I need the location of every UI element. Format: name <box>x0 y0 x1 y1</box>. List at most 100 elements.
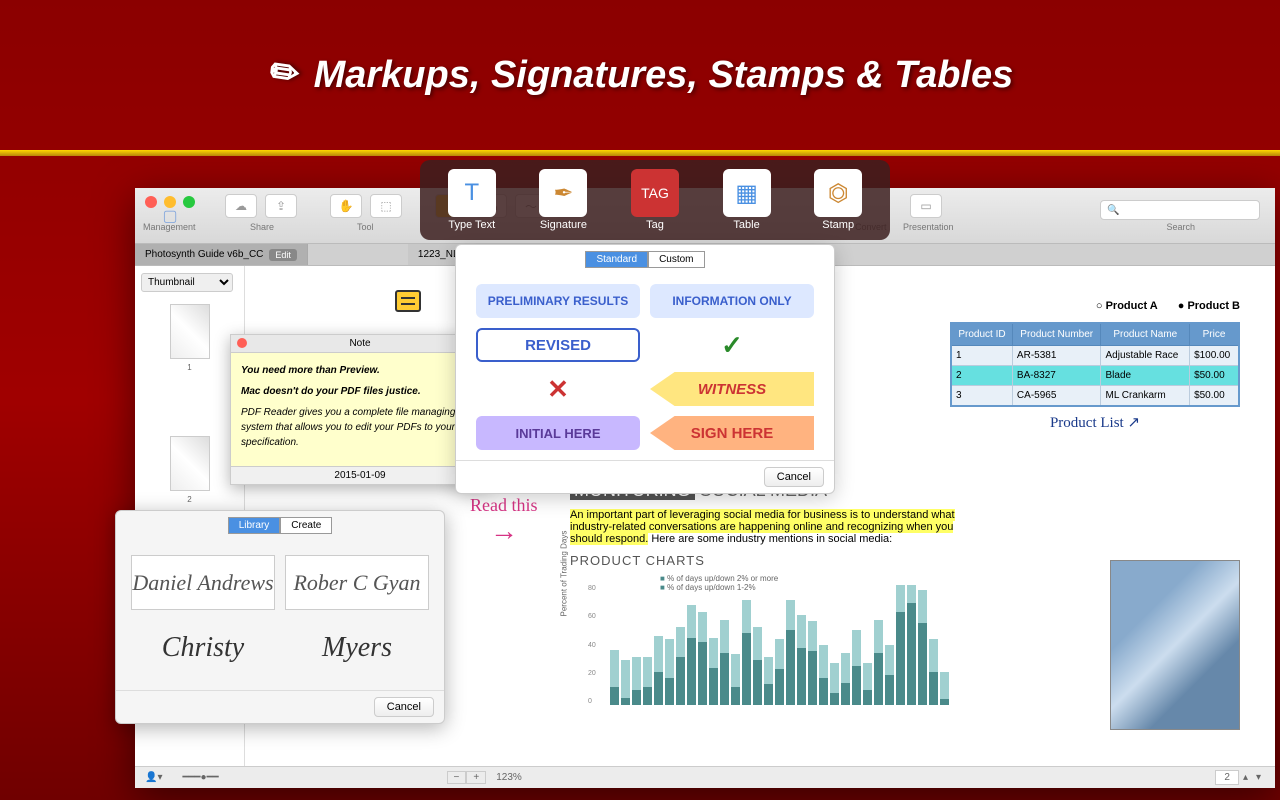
hero-title-text: Markups, Signatures, Stamps & Tables <box>314 54 1014 97</box>
presentation-button[interactable]: ▭ <box>910 194 942 218</box>
statusbar: 👤▾ ━━━●━━ − + 123% 2 ▴ ▾ <box>135 766 1275 788</box>
thumb-num-2: 2 <box>141 495 238 504</box>
bar <box>786 600 795 705</box>
bar <box>709 638 718 706</box>
signature-2[interactable]: Rober C Gyan <box>285 555 429 610</box>
user-icon[interactable]: 👤▾ <box>145 772 162 783</box>
tab-photosynth[interactable]: Photosynth Guide v6b_CC Edit <box>135 244 308 265</box>
signature-3[interactable]: Christy <box>131 620 275 675</box>
page-thumbnail-1[interactable] <box>170 304 210 359</box>
page-up[interactable]: ▴ <box>1239 772 1252 783</box>
select-tool-button[interactable]: ⬚ <box>370 194 402 218</box>
table-row: 2BA-8327Blade$50.00 <box>951 366 1239 386</box>
seg-standard[interactable]: Standard <box>585 251 648 268</box>
radio-product-b[interactable]: ● Product B <box>1178 300 1240 312</box>
document-content: MONITORING SOCIAL MEDIA An important par… <box>570 480 980 717</box>
stamp-preliminary[interactable]: PRELIMINARY RESULTS <box>476 284 640 318</box>
feature-highlight-bar: TType Text ✒Signature TAGTag ▦Table ⏣Sta… <box>420 160 890 240</box>
stamp-initial-here[interactable]: INITIAL HERE <box>476 416 640 450</box>
stamp-revised[interactable]: REVISED <box>476 328 640 362</box>
table-row: 3CA-5965ML Crankarm$50.00 <box>951 386 1239 407</box>
seg-custom[interactable]: Custom <box>648 251 704 268</box>
stamp-sign-here[interactable]: SIGN HERE <box>650 416 814 450</box>
tag-icon: TAG <box>631 169 679 217</box>
stamp-checkmark[interactable]: ✓ <box>650 328 814 362</box>
share-label: Share <box>250 222 274 232</box>
radio-product-a[interactable]: ○ Product A <box>1096 300 1158 312</box>
view-mode-select[interactable]: Thumbnail <box>141 273 233 292</box>
page-thumbnail-2[interactable] <box>170 436 210 491</box>
note-line-1: You need more than Preview. <box>241 363 479 378</box>
zoom-in[interactable]: + <box>466 771 486 784</box>
bar <box>819 645 828 705</box>
export-button[interactable]: ⇪ <box>265 194 297 218</box>
note-date: 2015-01-09 <box>231 466 489 484</box>
tool-label: Tool <box>357 222 374 232</box>
tab-label: 1223_NL <box>418 249 459 260</box>
bar <box>742 600 751 705</box>
stamp-picker-panel: Standard Custom PRELIMINARY RESULTS INFO… <box>455 244 835 494</box>
zoom-out[interactable]: − <box>447 771 467 784</box>
hand-tool-button[interactable]: ✋ <box>330 194 362 218</box>
stamp-icon: ⏣ <box>814 169 862 217</box>
stamp-witness[interactable]: WITNESS <box>650 372 814 406</box>
signature-1[interactable]: Daniel Andrews <box>131 555 275 610</box>
bar <box>896 585 905 705</box>
note-close-button[interactable] <box>237 338 247 348</box>
page-down[interactable]: ▾ <box>1252 772 1265 783</box>
bar <box>852 630 861 705</box>
seg-library[interactable]: Library <box>228 517 281 534</box>
page-number[interactable]: 2 <box>1215 770 1239 785</box>
feature-stamp[interactable]: ⏣Stamp <box>814 169 862 231</box>
hero-title: ✎ Markups, Signatures, Stamps & Tables <box>267 53 1014 98</box>
bar <box>698 612 707 705</box>
feature-type-text[interactable]: TType Text <box>448 169 496 231</box>
seg-create[interactable]: Create <box>280 517 332 534</box>
th-id: Product ID <box>951 323 1012 346</box>
bar <box>687 605 696 706</box>
chart-heading: PRODUCT CHARTS <box>570 553 980 568</box>
type-text-icon: T <box>448 169 496 217</box>
th-price: Price <box>1190 323 1239 346</box>
cloud-button[interactable]: ☁ <box>225 194 257 218</box>
bar <box>753 627 762 705</box>
note-popup: Note You need more than Preview. Mac doe… <box>230 334 490 485</box>
bar <box>797 615 806 705</box>
note-body[interactable]: You need more than Preview. Mac doesn't … <box>231 353 489 466</box>
bar <box>907 585 916 705</box>
note-line-3: PDF Reader gives you a complete file man… <box>241 405 479 450</box>
zoom-level: 123% <box>496 772 522 783</box>
note-line-2: Mac doesn't do your PDF files justice. <box>241 384 479 399</box>
bar <box>610 650 619 706</box>
product-table[interactable]: Product ID Product Number Product Name P… <box>950 322 1240 407</box>
sig-cancel-button[interactable]: Cancel <box>374 697 434 717</box>
y-ticks: 020406080 <box>588 585 596 705</box>
stamp-x-mark[interactable]: ✕ <box>476 372 640 406</box>
sticky-note-icon[interactable] <box>395 290 421 312</box>
table-icon: ▦ <box>723 169 771 217</box>
note-header: Note <box>231 335 489 353</box>
table-row: 1AR-5381Adjustable Race$100.00 <box>951 346 1239 366</box>
hero-banner: ✎ Markups, Signatures, Stamps & Tables <box>0 0 1280 150</box>
bar <box>885 645 894 705</box>
bar <box>841 653 850 706</box>
pencil-icon: ✎ <box>255 48 309 102</box>
note-title: Note <box>349 338 370 349</box>
edit-badge: Edit <box>269 249 297 261</box>
bar <box>830 663 839 705</box>
feature-signature[interactable]: ✒Signature <box>539 169 587 231</box>
arrow-icon: → <box>490 516 518 547</box>
search-icon: 🔍 <box>1107 205 1119 216</box>
bar <box>874 620 883 706</box>
signature-4[interactable]: Myers <box>285 620 429 675</box>
search-label: Search <box>1166 222 1195 232</box>
handwritten-caption: Product List ↗ <box>950 413 1240 432</box>
feature-table[interactable]: ▦Table <box>723 169 771 231</box>
gold-divider <box>0 150 1280 156</box>
bar <box>643 657 652 705</box>
feature-tag[interactable]: TAGTag <box>631 169 679 231</box>
stamp-information-only[interactable]: INFORMATION ONLY <box>650 284 814 318</box>
stamp-cancel-button[interactable]: Cancel <box>764 467 824 487</box>
building-image <box>1110 560 1240 730</box>
search-input[interactable]: 🔍 <box>1100 200 1260 220</box>
